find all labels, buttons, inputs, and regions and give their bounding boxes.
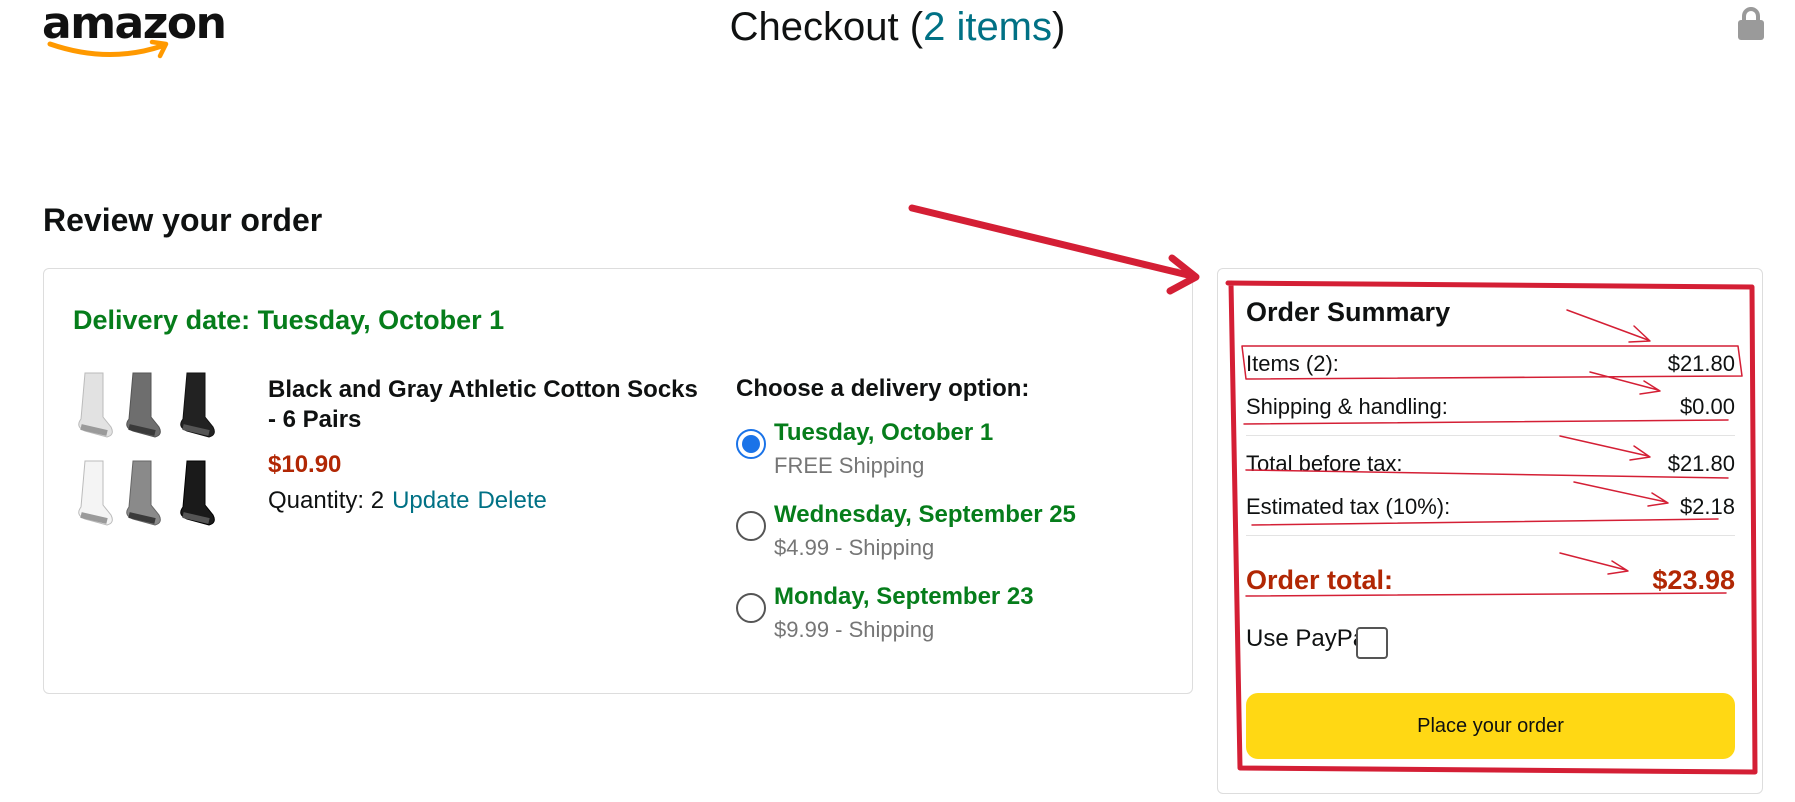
use-paypal-label: Use PayPal xyxy=(1246,625,1372,652)
summary-row-value: $2.18 xyxy=(1679,494,1735,519)
summary-divider xyxy=(1246,435,1735,436)
quantity-text: Quantity: 2 xyxy=(268,487,385,514)
summary-row-value: $21.80 xyxy=(1667,351,1735,376)
delivery-radio[interactable] xyxy=(736,429,766,459)
summary-divider xyxy=(1246,535,1735,536)
update-link[interactable]: Update xyxy=(392,487,469,514)
delivery-option-date: Monday, September 23 xyxy=(774,583,1034,610)
order-summary-title: Order Summary xyxy=(1246,297,1451,327)
delivery-option-shipping: $4.99 - Shipping xyxy=(774,535,935,560)
summary-row-value: $21.80 xyxy=(1667,451,1735,476)
delivery-option-shipping: $9.99 - Shipping xyxy=(774,617,935,642)
product-price: $10.90 xyxy=(268,451,342,478)
summary-row-label: Total before tax: xyxy=(1246,451,1403,476)
delivery-option-date: Tuesday, October 1 xyxy=(774,419,994,446)
checkout-prefix: Checkout ( xyxy=(729,5,924,49)
delivery-option-wednesday[interactable]: Wednesday, September 25 $4.99 - Shipping xyxy=(736,501,1156,563)
delivery-radio[interactable] xyxy=(736,511,766,541)
delivery-option-heading: Choose a delivery option: xyxy=(736,375,1030,402)
product-name: Black and Gray Athletic Cotton Socks - 6… xyxy=(268,376,698,433)
summary-row-value: $0.00 xyxy=(1679,394,1735,419)
review-order-heading: Review your order xyxy=(43,202,323,238)
place-order-button[interactable]: Place your order xyxy=(1246,693,1735,759)
order-total-value: $23.98 xyxy=(1652,565,1735,595)
summary-row-label: Estimated tax (10%): xyxy=(1246,494,1451,519)
summary-row-label: Items (2): xyxy=(1246,351,1339,376)
annotation-arrow xyxy=(908,204,1196,280)
order-card: Delivery date: Tuesday, October 1 Black … xyxy=(43,268,1193,694)
delivery-date: Delivery date: Tuesday, October 1 xyxy=(73,305,505,335)
summary-row-label: Shipping & handling: xyxy=(1246,394,1448,419)
product-image xyxy=(78,372,215,526)
order-total-label: Order total: xyxy=(1246,565,1394,595)
order-summary-card: Order Summary Items (2): $21.80 Shipping… xyxy=(1217,268,1763,794)
quantity-row: Quantity: 2 Update Delete xyxy=(268,487,547,515)
items-count-link[interactable]: 2 items xyxy=(923,5,1052,49)
lock-icon xyxy=(1738,7,1764,40)
delivery-radio[interactable] xyxy=(736,593,766,623)
delivery-option-date: Wednesday, September 25 xyxy=(774,501,1076,528)
delivery-option-tuesday[interactable]: Tuesday, October 1 FREE Shipping xyxy=(736,419,1156,481)
checkout-title: Checkout (2 items) xyxy=(0,2,1795,52)
delivery-option-monday[interactable]: Monday, September 23 $9.99 - Shipping xyxy=(736,583,1156,645)
delete-link[interactable]: Delete xyxy=(477,487,546,514)
delivery-option-shipping: FREE Shipping xyxy=(774,453,925,478)
use-paypal-checkbox[interactable] xyxy=(1356,627,1388,659)
checkout-suffix: ) xyxy=(1052,5,1066,49)
